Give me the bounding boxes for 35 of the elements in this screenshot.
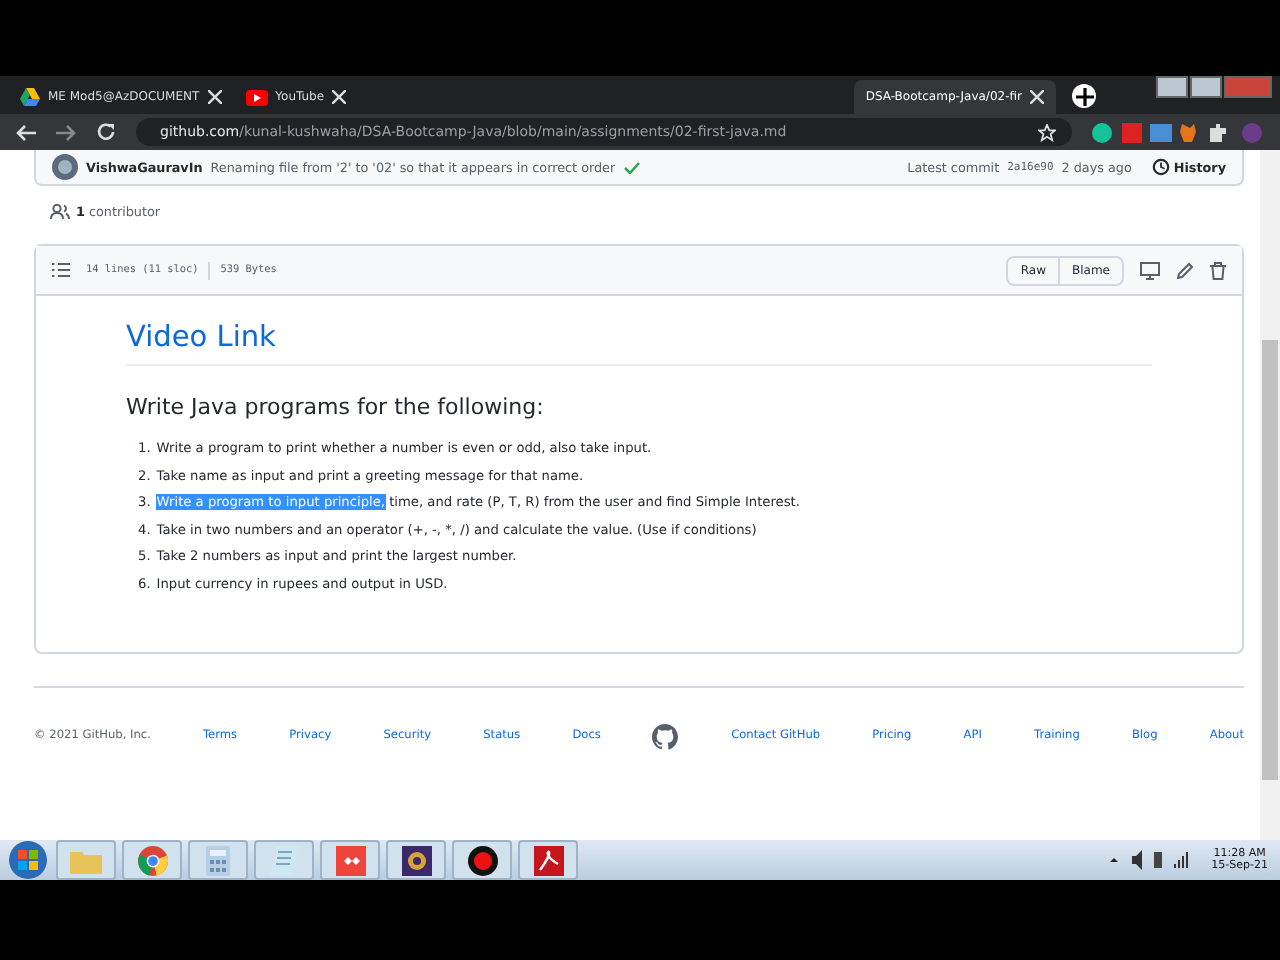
list-icon[interactable] <box>52 262 70 278</box>
start-button[interactable] <box>6 840 50 880</box>
back-icon[interactable] <box>16 123 36 141</box>
check-icon <box>623 161 640 173</box>
new-tab-button[interactable] <box>1072 84 1096 108</box>
diamonds-icon <box>335 845 365 875</box>
clock-icon <box>1151 158 1170 176</box>
close-icon[interactable] <box>1030 90 1044 104</box>
extensions-drawing[interactable] <box>1092 121 1264 143</box>
trash-icon[interactable] <box>1210 261 1226 279</box>
avatar-icon <box>52 154 78 180</box>
chrome-icon <box>137 845 167 875</box>
folder-icon <box>70 847 102 873</box>
tray-icons-drawing[interactable] <box>1109 850 1190 870</box>
video-link[interactable]: Video Link <box>126 322 1152 366</box>
drive-icon <box>20 88 40 106</box>
taskbar-app[interactable] <box>452 840 512 880</box>
star-icon[interactable] <box>1038 123 1056 141</box>
scrollbar-thumb[interactable] <box>1262 340 1278 780</box>
forward-icon[interactable] <box>56 123 76 141</box>
calculator-icon <box>206 845 230 875</box>
window-controls[interactable] <box>1156 76 1272 98</box>
github-logo-icon[interactable] <box>652 723 679 749</box>
people-icon <box>50 204 70 220</box>
notepad-icon <box>270 845 298 875</box>
desktop-icon[interactable] <box>1140 261 1160 279</box>
pdf-icon <box>533 845 563 875</box>
section-heading: Write Java programs for the following: <box>126 394 546 420</box>
close-icon[interactable] <box>207 90 222 104</box>
reload-icon[interactable] <box>96 122 116 142</box>
close-icon[interactable] <box>332 90 347 104</box>
taskbar-app[interactable] <box>386 840 446 880</box>
pencil-icon[interactable] <box>1176 261 1194 279</box>
record-icon <box>467 845 497 875</box>
youtube-icon <box>245 89 268 105</box>
